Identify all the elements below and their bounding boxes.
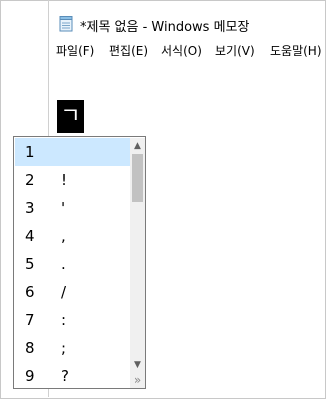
candidate-char: !: [61, 171, 68, 189]
candidate-item[interactable]: 3 ': [15, 194, 130, 222]
menu-view[interactable]: 보기(V): [215, 42, 255, 59]
candidate-number: 1: [25, 143, 35, 161]
scroll-up-icon[interactable]: ▲: [130, 139, 145, 153]
menu-edit[interactable]: 편집(E): [109, 42, 148, 59]
candidate-number: 2: [25, 171, 35, 189]
candidate-item[interactable]: 5 .: [15, 250, 130, 278]
candidate-item[interactable]: 7 :: [15, 306, 130, 334]
candidate-number: 8: [25, 339, 35, 357]
notepad-icon: [59, 16, 73, 32]
menu-format[interactable]: 서식(O): [161, 42, 202, 59]
candidate-scrollbar[interactable]: ▲ ▼ »: [130, 138, 145, 388]
ime-composing-char: ㄱ: [57, 100, 84, 133]
candidate-item[interactable]: 4 ,: [15, 222, 130, 250]
menu-bar: 파일(F) 편집(E) 서식(O) 보기(V) 도움말(H): [49, 38, 325, 62]
candidate-char: ?: [61, 367, 69, 385]
candidate-item[interactable]: 6 /: [15, 278, 130, 306]
candidate-char: :: [61, 311, 67, 329]
candidate-char: /: [61, 283, 67, 301]
menu-file[interactable]: 파일(F): [56, 42, 94, 59]
candidate-number: 9: [25, 367, 35, 385]
title-bar[interactable]: *제목 없음 - Windows 메모장: [49, 9, 325, 39]
candidate-number: 4: [25, 227, 35, 245]
candidate-item[interactable]: 2 !: [15, 166, 130, 194]
menu-help[interactable]: 도움말(H): [270, 42, 322, 59]
window-title: *제목 없음 - Windows 메모장: [80, 20, 250, 35]
scroll-down-icon[interactable]: ▼: [130, 358, 145, 372]
candidate-number: 3: [25, 199, 35, 217]
candidate-char: ': [61, 199, 66, 217]
candidate-number: 7: [25, 311, 35, 329]
ime-candidate-list[interactable]: 1 2 ! 3 ' 4 , 5 . 6 / 7 : 8 ; 9 ? ▲ ▼ »: [13, 136, 146, 389]
candidate-item[interactable]: 8 ;: [15, 334, 130, 362]
candidate-number: 5: [25, 255, 35, 273]
candidate-number: 6: [25, 283, 35, 301]
expand-candidates-icon[interactable]: »: [130, 372, 145, 388]
candidate-char: ,: [61, 227, 66, 245]
scroll-thumb[interactable]: [132, 154, 143, 202]
candidate-item[interactable]: 9 ?: [15, 362, 130, 390]
candidate-char: ;: [61, 339, 67, 357]
candidate-item[interactable]: 1: [15, 138, 130, 166]
candidate-char: .: [61, 255, 66, 273]
